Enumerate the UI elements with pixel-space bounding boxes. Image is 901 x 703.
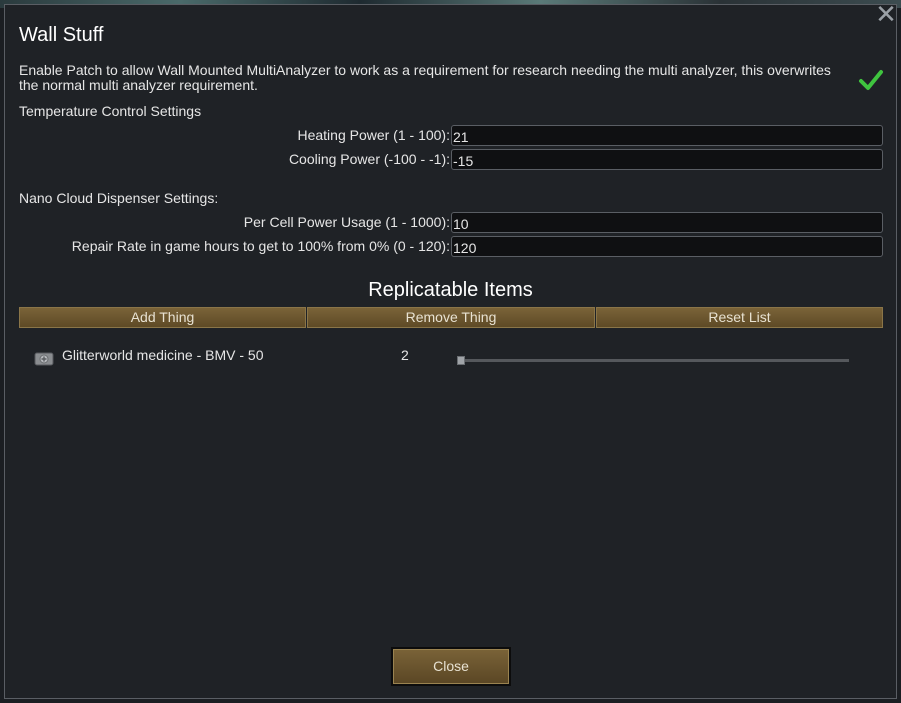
heating-power-field[interactable] xyxy=(451,125,883,146)
slider-handle[interactable] xyxy=(457,356,465,365)
medicine-kit-icon xyxy=(34,352,54,366)
patch-description: Enable Patch to allow Wall Mounted Multi… xyxy=(19,62,831,93)
temperature-heading: Temperature Control Settings xyxy=(19,103,202,119)
close-button[interactable]: Close xyxy=(391,647,511,686)
item-quantity-slider[interactable] xyxy=(457,359,849,362)
reset-list-button[interactable]: Reset List xyxy=(596,307,883,328)
heating-power-label: Heating Power (1 - 100): xyxy=(297,127,450,143)
cell-power-label: Per Cell Power Usage (1 - 1000): xyxy=(243,214,450,230)
remove-thing-button[interactable]: Remove Thing xyxy=(307,307,595,328)
cooling-power-label: Cooling Power (-100 - -1): xyxy=(288,151,450,167)
cell-power-field[interactable] xyxy=(451,212,883,233)
cooling-power-field[interactable] xyxy=(451,149,883,170)
checkmark-icon[interactable] xyxy=(858,67,884,93)
close-icon[interactable]: ✕ xyxy=(874,1,898,27)
replicatable-heading: Replicatable Items xyxy=(368,279,533,301)
dialog-title: Wall Stuff xyxy=(19,24,104,46)
nano-cloud-heading: Nano Cloud Dispenser Settings: xyxy=(19,190,219,206)
repair-rate-field[interactable] xyxy=(451,236,883,257)
item-label: Glitterworld medicine - BMV - 50 xyxy=(62,347,264,363)
add-thing-button[interactable]: Add Thing xyxy=(19,307,306,328)
item-count: 2 xyxy=(401,347,409,363)
repair-rate-label: Repair Rate in game hours to get to 100%… xyxy=(71,238,450,254)
